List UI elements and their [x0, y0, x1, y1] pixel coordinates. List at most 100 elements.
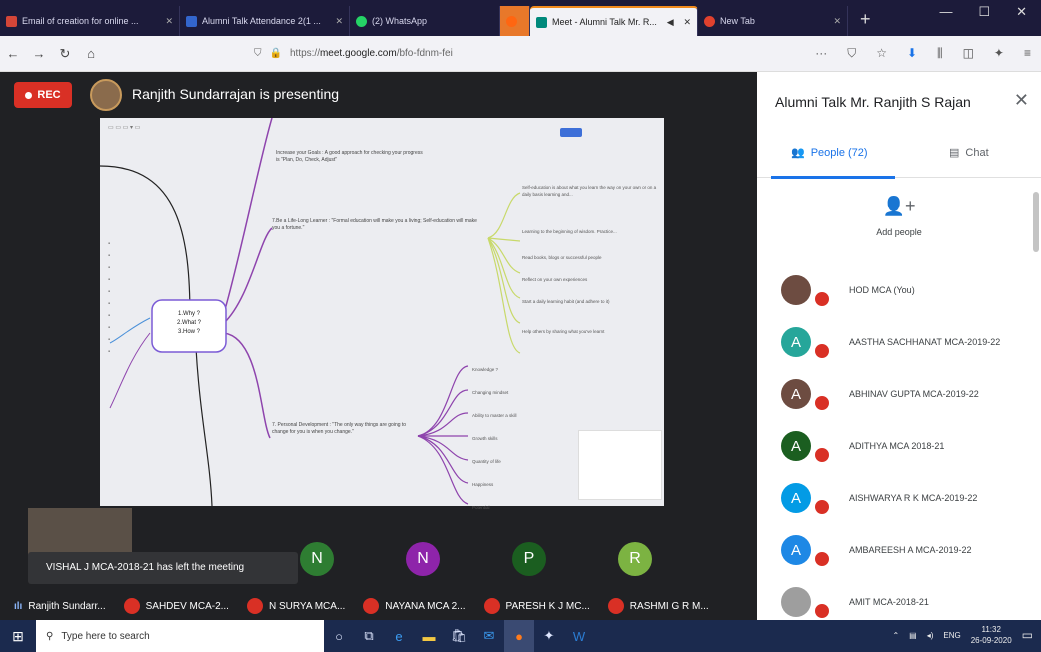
page-actions-icon[interactable]: ··· [815, 46, 827, 61]
lock-icon[interactable]: 🔒 [270, 48, 282, 59]
close-icon[interactable]: ✕ [829, 16, 841, 27]
branch-item: Potential [472, 505, 490, 510]
home-icon[interactable]: ⌂ [78, 46, 104, 61]
center-line: 2.What ? [176, 320, 201, 326]
address-bar[interactable]: ⛉ 🔒 https://meet.google.com/bfo-fdnm-fei [254, 48, 453, 59]
navigation-bar: ← → ↻ ⌂ ⛉ 🔒 https://meet.google.com/bfo-… [0, 36, 1041, 72]
tab-whatsapp[interactable]: (2) WhatsApp [350, 6, 500, 36]
rec-label: REC [37, 89, 61, 101]
library-icon[interactable]: ⫼ [937, 46, 943, 61]
tab-gmail[interactable]: Email of creation for online ... ✕ [0, 6, 180, 36]
maximize-icon[interactable]: ☐ [978, 4, 990, 20]
participant-name: ADITHYA MCA 2018-21 [849, 441, 945, 451]
new-tab-icon[interactable]: + [848, 9, 883, 36]
tray-chevron-icon[interactable]: ⌃ [892, 631, 899, 640]
network-icon[interactable]: ▤ [909, 631, 917, 640]
app-icon[interactable]: ✦ [534, 620, 564, 652]
tab-firefox-extension[interactable] [500, 6, 530, 36]
cortana-icon[interactable]: ○ [324, 620, 354, 652]
menu-icon[interactable]: ≡ [1024, 46, 1031, 61]
search-icon: ⚲ [46, 630, 54, 642]
store-icon[interactable]: 🛍 [444, 620, 474, 652]
mail-icon[interactable]: ✉ [474, 620, 504, 652]
shield-icon[interactable]: ⛉ [254, 48, 262, 59]
close-icon[interactable]: ✕ [1014, 90, 1029, 111]
mindmap-node: 7. Personal Development : "The only way … [272, 422, 407, 435]
list-item[interactable]: A AMBAREESH A MCA-2019-22 [757, 524, 1041, 576]
branch-item: Reflect on your own experiences [522, 277, 588, 282]
tab-label: Chat [965, 146, 989, 159]
tab-label: New Tab [720, 16, 755, 26]
record-dot-icon [25, 91, 33, 99]
windows-taskbar: ⊞ ⚲ Type here to search ○ ⧉ e ▬ 🛍 ✉ ● ✦ W… [0, 620, 1041, 652]
reload-icon[interactable]: ↻ [52, 46, 78, 62]
add-people-button[interactable]: 👤+ Add people [757, 196, 1041, 237]
participant-tile[interactable]: R [618, 542, 652, 576]
forward-icon[interactable]: → [26, 46, 52, 61]
participant-tile[interactable]: N [406, 542, 440, 576]
mindmap-branch-right-top: Self-education is about what you learn t… [522, 184, 662, 335]
tab-meet[interactable]: Meet - Alumni Talk Mr. R... ◀ ✕ [530, 6, 698, 36]
tile-initial: P [523, 550, 535, 567]
audio-icon[interactable]: ◀ [663, 17, 674, 28]
file-explorer-icon[interactable]: ▬ [414, 620, 444, 652]
clock[interactable]: 11:32 26-09-2020 [971, 624, 1012, 646]
mic-off-icon [363, 598, 380, 614]
close-icon[interactable]: ✕ [161, 16, 173, 27]
clock-date: 26-09-2020 [970, 636, 1012, 645]
sidebar-icon[interactable]: ◫ [963, 46, 974, 61]
participant-list: HOD MCA (You) A AASTHA SACHHANAT MCA-2019… [757, 264, 1041, 628]
participant-tile[interactable]: P [512, 542, 546, 576]
edge-icon[interactable]: e [384, 620, 414, 652]
list-item[interactable]: A AASTHA SACHHANAT MCA-2019-22 [757, 316, 1041, 368]
task-view-icon[interactable]: ⧉ [354, 620, 384, 652]
language-indicator[interactable]: ENG [943, 631, 960, 640]
center-line: 3.How ? [177, 329, 200, 335]
download-icon[interactable]: ⬇ [907, 46, 917, 61]
scrollbar[interactable] [1033, 192, 1039, 252]
tab-people[interactable]: 👥 People (72) [791, 146, 868, 160]
list-item[interactable]: A AISHWARYA R K MCA-2019-22 [757, 472, 1041, 524]
avatar-initial: A [790, 385, 801, 403]
mic-off-icon [813, 290, 831, 308]
list-item[interactable]: HOD MCA (You) [757, 264, 1041, 316]
mindmap-node: 7.Be a Life-Long Learner : "Formal educa… [272, 218, 477, 231]
toolbar-right: ··· ⛉ ☆ ⬇ ⫼ ◫ ✦ ≡ [815, 46, 1031, 61]
list-item[interactable]: A ABHINAV GUPTA MCA-2019-22 [757, 368, 1041, 420]
notification-icon[interactable]: ▭ [1022, 628, 1033, 642]
tab-new-tab[interactable]: New Tab ✕ [698, 6, 848, 36]
bookmark-star-icon[interactable]: ☆ [876, 46, 887, 61]
panel-tabs: 👥 People (72) ▤ Chat [757, 132, 1041, 179]
tab-chat[interactable]: ▤ Chat [949, 146, 989, 160]
windows-start-icon[interactable]: ⊞ [0, 620, 36, 652]
close-window-icon[interactable]: ✕ [1016, 4, 1027, 20]
presenting-label: Ranjith Sundarrajan is presenting [132, 86, 340, 102]
presenter-avatar [90, 79, 122, 111]
center-line: 1.Why ? [177, 311, 200, 317]
close-icon[interactable]: ✕ [331, 16, 343, 27]
branch-item: Start a daily learning habit (and adhere… [522, 299, 610, 304]
avatar: A [781, 483, 831, 516]
word-icon[interactable]: W [564, 620, 594, 652]
add-person-icon: 👤+ [882, 196, 916, 216]
tab-label: (2) WhatsApp [372, 16, 428, 26]
tab-attendance[interactable]: Alumni Talk Attendance 2(1 ... ✕ [180, 6, 350, 36]
url-prefix: https:// [289, 48, 320, 59]
meet-icon [536, 16, 547, 28]
volume-icon[interactable]: ◂) [927, 631, 934, 640]
pocket-icon[interactable]: ⛉ [847, 46, 856, 61]
mic-off-icon [813, 602, 831, 620]
list-item[interactable]: A ADITHYA MCA 2018-21 [757, 420, 1041, 472]
back-icon[interactable]: ← [0, 46, 26, 61]
minimize-icon[interactable]: — [939, 4, 952, 20]
mindmap-node: Increase your Goals : A good approach fo… [276, 150, 423, 163]
avatar-initial: A [790, 333, 801, 351]
participant-tile[interactable]: N [300, 542, 334, 576]
close-icon[interactable]: ✕ [679, 17, 691, 28]
tile-initial: R [629, 550, 641, 567]
participant-name: AMBAREESH A MCA-2019-22 [849, 545, 972, 555]
extension-icon[interactable]: ✦ [994, 46, 1004, 61]
firefox-icon[interactable]: ● [504, 620, 534, 652]
avatar [781, 275, 831, 308]
taskbar-search[interactable]: ⚲ Type here to search [36, 620, 324, 652]
